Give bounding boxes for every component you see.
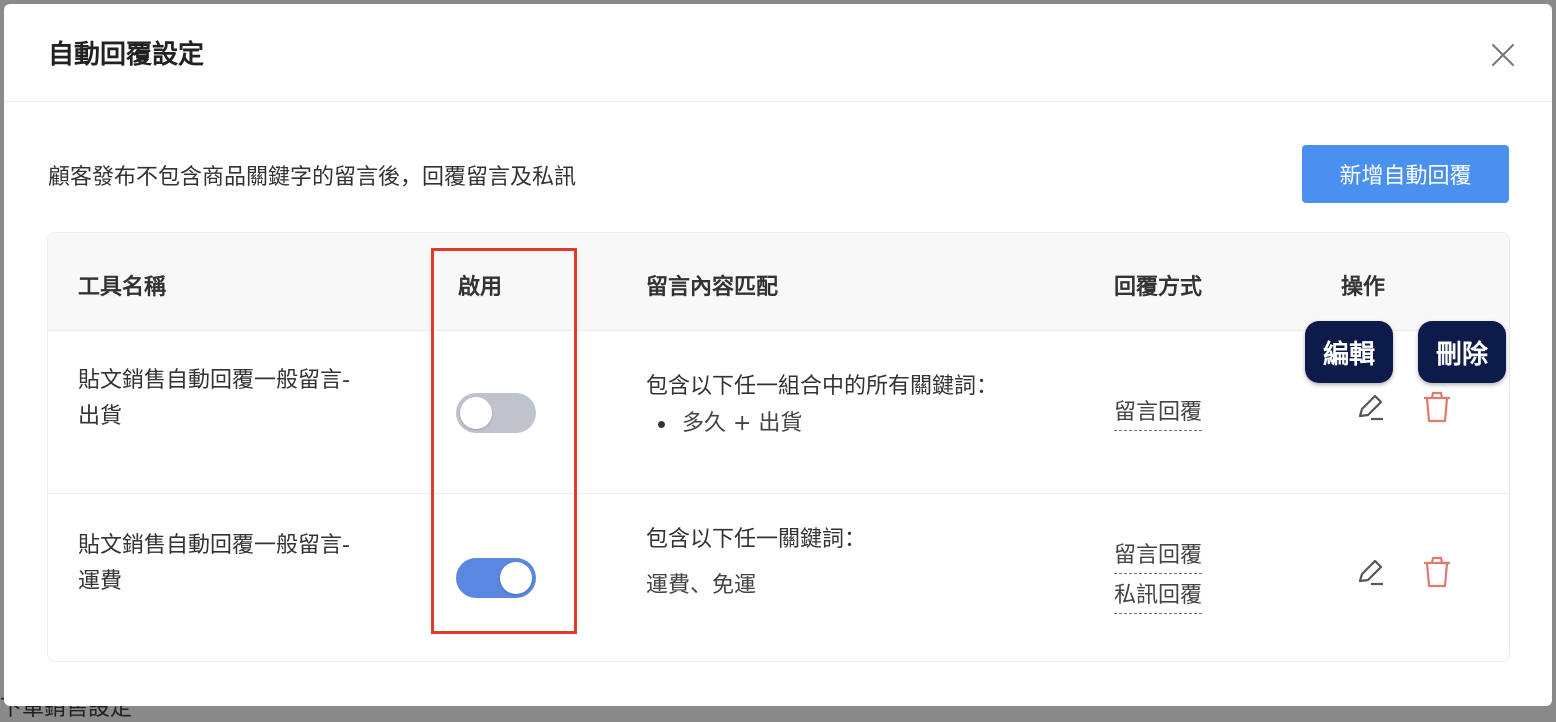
header-enabled: 啟用 bbox=[458, 275, 503, 300]
match-content: 包含以下任一組合中的所有關鍵詞： 多久 + 出貨 bbox=[646, 369, 998, 443]
pencil-icon[interactable] bbox=[1353, 554, 1389, 590]
trash-icon[interactable] bbox=[1419, 389, 1455, 425]
toggle-knob bbox=[500, 562, 532, 594]
modal-title: 自動回覆設定 bbox=[48, 40, 205, 70]
modal-description: 顧客發布不包含商品關鍵字的留言後，回覆留言及私訊 bbox=[48, 165, 577, 190]
reply-type-comment[interactable]: 留言回覆 bbox=[1114, 396, 1203, 431]
reply-types: 留言回覆 私訊回覆 bbox=[1114, 538, 1203, 614]
enable-toggle[interactable] bbox=[456, 393, 536, 433]
tool-name: 貼文銷售自動回覆一般留言- 運費 bbox=[78, 528, 350, 600]
header-match: 留言內容匹配 bbox=[646, 275, 779, 300]
keyword-text: 運費、免運 bbox=[646, 573, 757, 598]
add-auto-reply-button[interactable]: 新增自動回覆 bbox=[1302, 145, 1509, 203]
tool-name-line2: 出貨 bbox=[78, 404, 123, 429]
keyword-text: 多久 + 出貨 bbox=[682, 411, 803, 436]
keyword-item: 多久 + 出貨 bbox=[646, 405, 998, 443]
auto-reply-table: 工具名稱 啟用 留言內容匹配 回覆方式 操作 貼文銷售自動回覆一般留言- 出貨 … bbox=[47, 232, 1510, 662]
header-actions: 操作 bbox=[1341, 275, 1386, 300]
modal-header: 自動回覆設定 bbox=[4, 4, 1552, 102]
table-header: 工具名稱 啟用 留言內容匹配 回覆方式 操作 bbox=[48, 233, 1509, 331]
delete-tooltip: 刪除 bbox=[1418, 321, 1506, 383]
table-row: 貼文銷售自動回覆一般留言- 出貨 包含以下任一組合中的所有關鍵詞： 多久 + 出… bbox=[48, 331, 1509, 494]
match-title: 包含以下任一關鍵詞： bbox=[646, 527, 867, 552]
match-title: 包含以下任一組合中的所有關鍵詞： bbox=[646, 374, 999, 399]
tool-name: 貼文銷售自動回覆一般留言- 出貨 bbox=[78, 363, 350, 435]
auto-reply-modal: 自動回覆設定 顧客發布不包含商品關鍵字的留言後，回覆留言及私訊 新增自動回覆 工… bbox=[4, 4, 1552, 706]
tool-name-line1: 貼文銷售自動回覆一般留言- bbox=[78, 533, 350, 558]
reply-types: 留言回覆 bbox=[1114, 395, 1203, 431]
pencil-icon[interactable] bbox=[1353, 389, 1389, 425]
match-content: 包含以下任一關鍵詞： 運費、免運 bbox=[646, 522, 866, 604]
keyword-list: 多久 + 出貨 bbox=[646, 405, 998, 443]
toggle-knob bbox=[460, 397, 492, 429]
trash-icon[interactable] bbox=[1419, 554, 1455, 590]
header-reply: 回覆方式 bbox=[1114, 275, 1203, 300]
bullet-icon bbox=[658, 421, 665, 428]
close-icon[interactable] bbox=[1488, 40, 1518, 70]
edit-tooltip: 編輯 bbox=[1305, 321, 1393, 383]
tool-name-line2: 運費 bbox=[78, 569, 123, 594]
enable-toggle[interactable] bbox=[456, 558, 536, 598]
header-name: 工具名稱 bbox=[78, 275, 167, 300]
table-row: 貼文銷售自動回覆一般留言- 運費 包含以下任一關鍵詞： 運費、免運 留言回覆 私… bbox=[48, 494, 1509, 659]
reply-type-comment[interactable]: 留言回覆 bbox=[1114, 539, 1203, 574]
tool-name-line1: 貼文銷售自動回覆一般留言- bbox=[78, 368, 350, 393]
reply-type-message[interactable]: 私訊回覆 bbox=[1114, 579, 1203, 614]
